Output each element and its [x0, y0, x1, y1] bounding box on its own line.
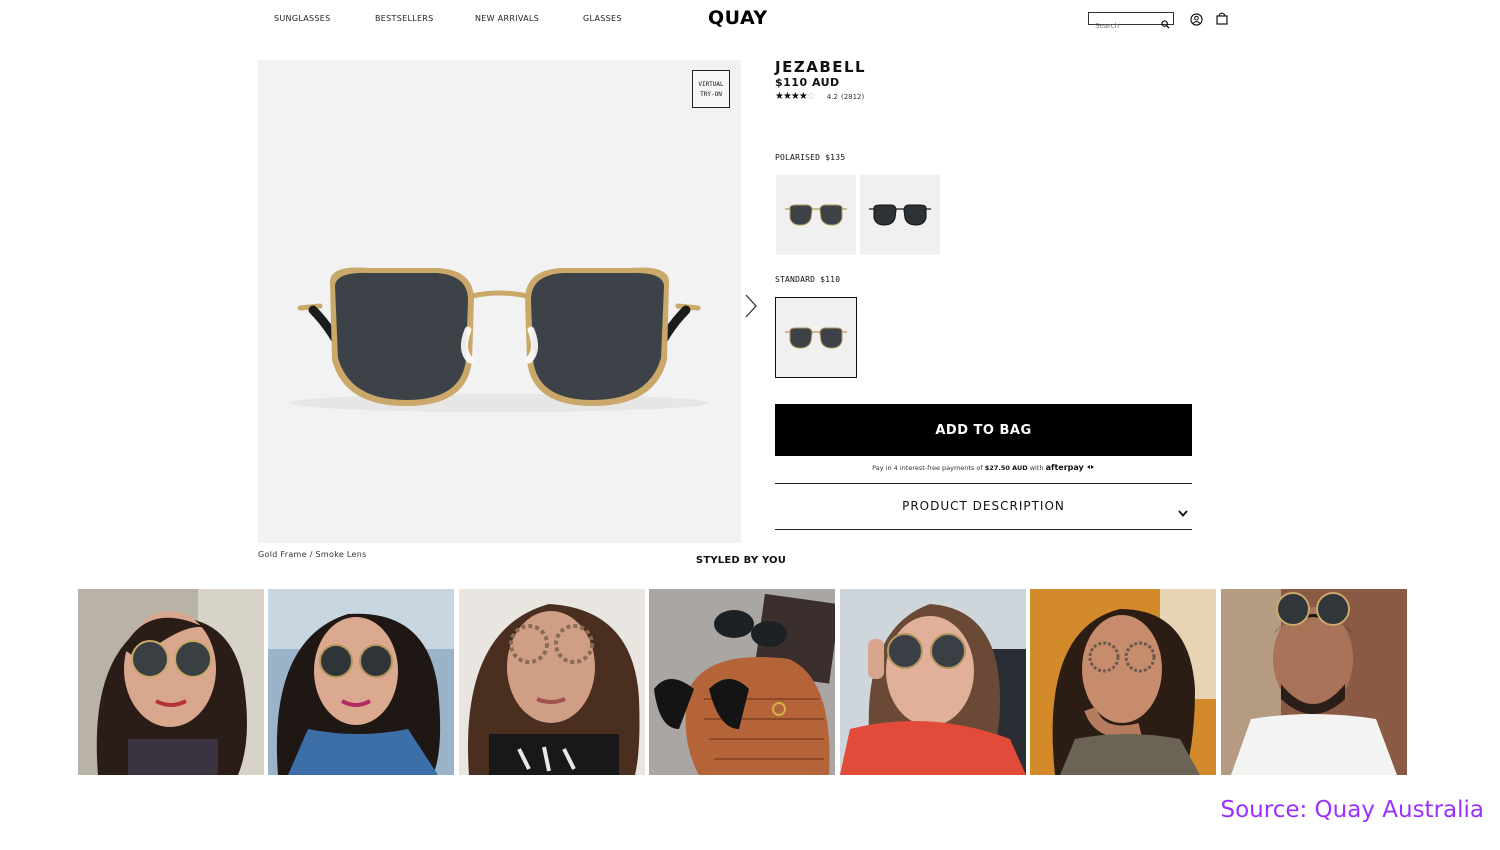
swatch-polarised-gold[interactable]: [776, 175, 856, 255]
ugc-photo-5[interactable]: [840, 589, 1026, 775]
nav-glasses[interactable]: GLASSES: [583, 14, 622, 23]
virtual-try-on-button[interactable]: VIRTUAL TRY-ON: [692, 70, 730, 108]
afterpay-prefix: Pay in 4 interest-free payments of: [872, 464, 983, 472]
standard-label: STANDARD $110: [775, 275, 841, 284]
search-icon[interactable]: [1161, 14, 1170, 33]
nav-bestsellers[interactable]: BESTSELLERS: [375, 14, 434, 23]
afterpay-message[interactable]: Pay in 4 interest-free payments of $27.5…: [775, 463, 1192, 472]
vto-line-2: TRY-ON: [700, 91, 722, 98]
vto-line-1: VIRTUAL: [698, 81, 724, 88]
afterpay-amount: $27.50 AUD: [984, 464, 1028, 472]
product-rating[interactable]: ★★★★☆ 4.2 (2812): [775, 91, 864, 102]
add-to-bag-button[interactable]: ADD TO BAG: [775, 404, 1192, 456]
product-description-label: PRODUCT DESCRIPTION: [902, 499, 1065, 513]
afterpay-loop-icon: [1086, 464, 1095, 472]
swatch-polarised-black[interactable]: [860, 175, 940, 255]
source-credit: Source: Quay Australia: [1220, 797, 1485, 823]
ugc-photo-6[interactable]: [1030, 589, 1216, 775]
product-description-accordion[interactable]: PRODUCT DESCRIPTION: [775, 483, 1192, 530]
next-image-arrow-icon[interactable]: [744, 293, 758, 323]
swatch-standard-gold[interactable]: [775, 297, 857, 378]
afterpay-suffix: with: [1029, 464, 1044, 472]
search-input[interactable]: [1089, 20, 1161, 32]
product-name: JEZABELL: [775, 58, 867, 76]
nav-sunglasses[interactable]: SUNGLASSES: [274, 14, 331, 23]
polarised-label: POLARISED $135: [775, 153, 846, 162]
ugc-photo-4[interactable]: [649, 589, 835, 775]
rating-stars-icon: ★★★★☆: [775, 91, 816, 102]
ugc-photo-3[interactable]: [459, 589, 645, 775]
search-bar: [1088, 12, 1174, 32]
ugc-photo-2[interactable]: [268, 589, 454, 775]
brand-logo[interactable]: QUAY: [708, 7, 768, 29]
product-price: $110 AUD: [775, 76, 840, 89]
afterpay-logo: afterpay: [1045, 463, 1084, 472]
ugc-photo-1[interactable]: [78, 589, 264, 775]
ugc-photo-7[interactable]: [1221, 589, 1407, 775]
styled-by-you-title: STYLED BY YOU: [695, 555, 787, 566]
rating-score: 4.2: [826, 92, 838, 101]
chevron-down-icon: [1178, 502, 1188, 521]
product-image[interactable]: [258, 60, 741, 543]
bag-icon[interactable]: [1216, 10, 1228, 29]
account-icon[interactable]: [1190, 11, 1203, 30]
rating-count: (2812): [840, 92, 865, 101]
nav-new-arrivals[interactable]: NEW ARRIVALS: [475, 14, 539, 23]
